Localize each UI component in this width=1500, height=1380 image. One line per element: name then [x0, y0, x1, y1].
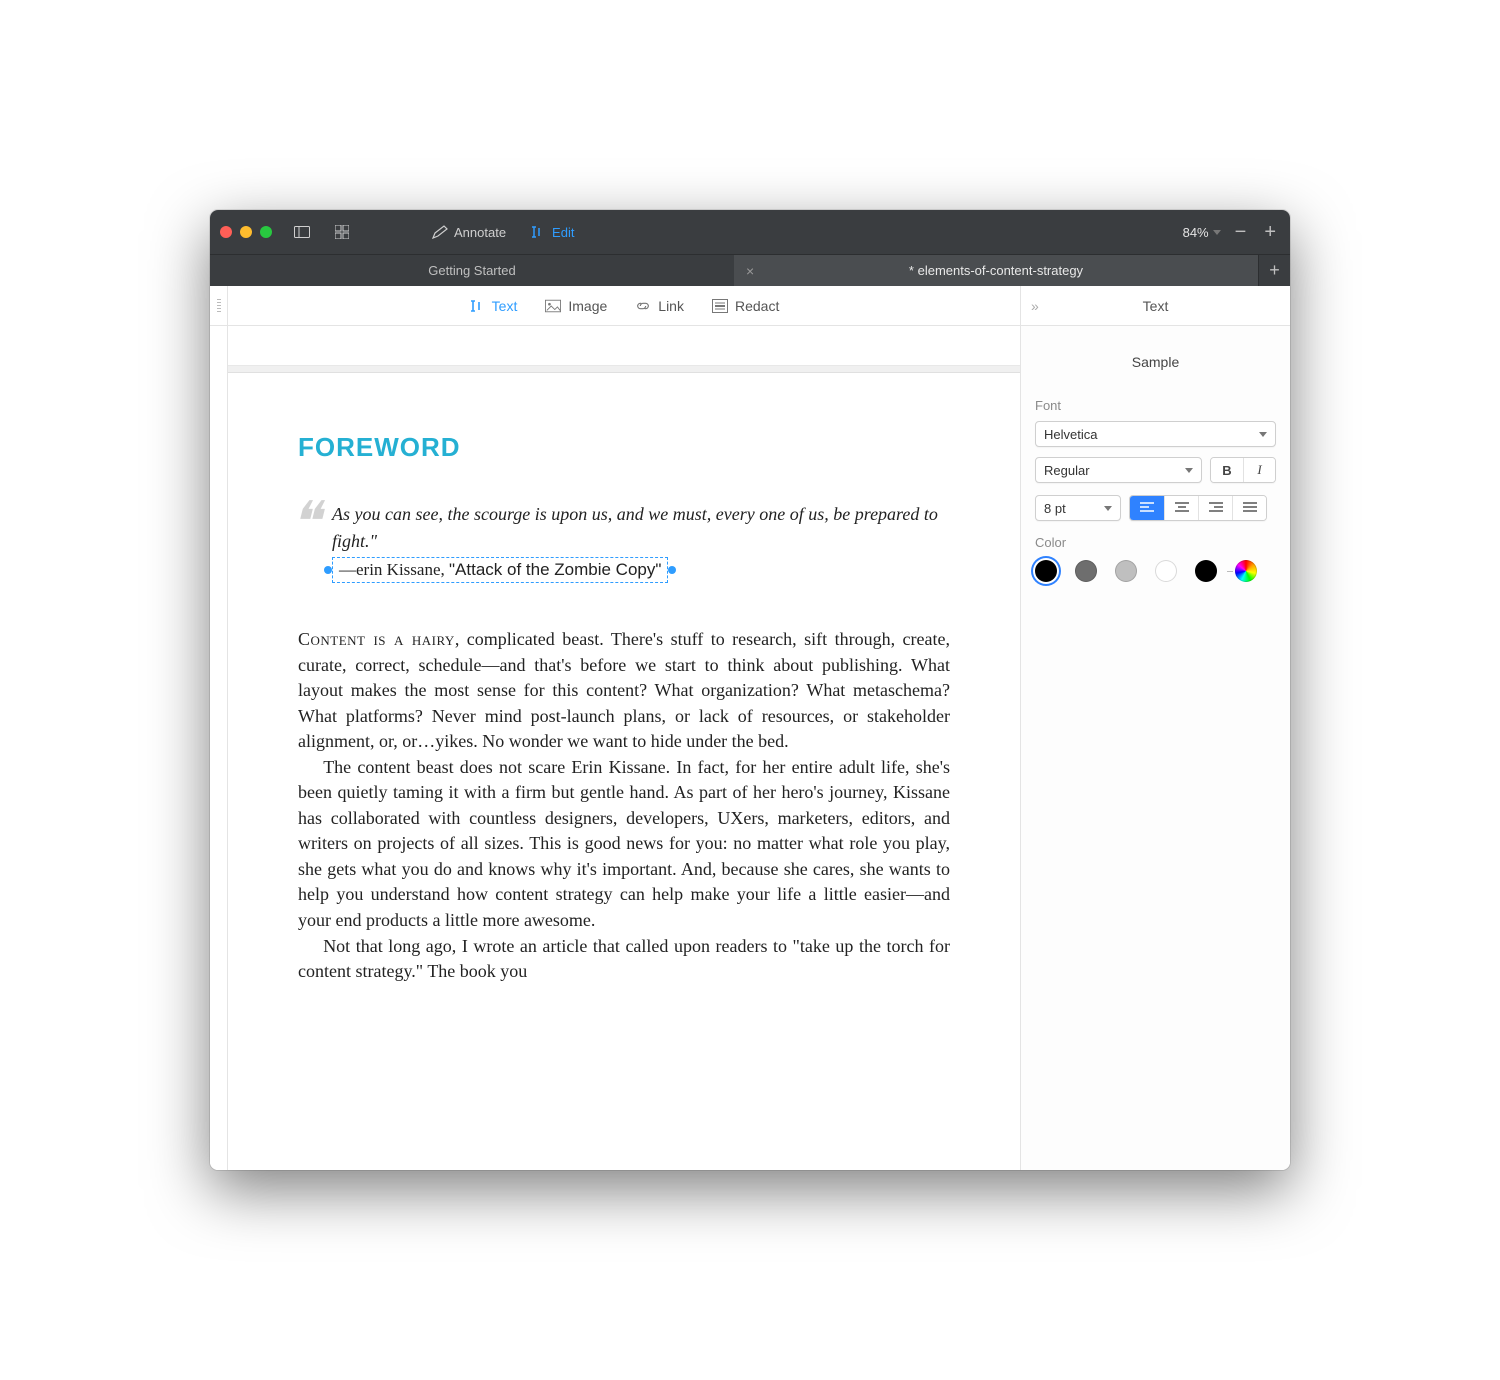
para1-lead: Content is a hairy — [298, 629, 455, 649]
titlebar: Annotate Edit 84% − + — [210, 210, 1290, 254]
font-family-select[interactable]: Helvetica — [1035, 421, 1276, 447]
sample-preview: Sample — [1035, 354, 1276, 370]
selected-text-box[interactable]: —erin Kissane, "Attack of the Zombie Cop… — [332, 557, 668, 583]
font-style-value: Regular — [1044, 463, 1090, 478]
epigraph-quote: As you can see, the scourge is upon us, … — [332, 501, 950, 555]
chevron-down-icon — [1213, 230, 1221, 235]
italic-button[interactable]: I — [1243, 458, 1275, 482]
font-size-select[interactable]: 8 pt — [1035, 495, 1121, 521]
color-swatches — [1035, 560, 1276, 582]
para3: Not that long ago, I wrote an article th… — [298, 934, 950, 985]
tab-label: * elements-of-content-strategy — [909, 263, 1083, 278]
redact-icon — [712, 298, 728, 314]
app-window: Annotate Edit 84% − + Getting Started × … — [210, 210, 1290, 1170]
link-tool-button[interactable]: Link — [635, 298, 684, 314]
quote-mark-icon: ❝ — [290, 495, 320, 551]
document-page: FOREWORD ❝ As you can see, the scourge i… — [228, 372, 1020, 1170]
font-weight-segment: B I — [1210, 457, 1276, 483]
thumbnail-strip-toggle[interactable] — [210, 286, 228, 325]
drag-handle-icon — [217, 299, 221, 313]
link-tool-label: Link — [658, 298, 684, 314]
align-right-icon — [1209, 502, 1223, 514]
annotate-label: Annotate — [454, 225, 506, 240]
zoom-out-button[interactable]: − — [1231, 222, 1251, 242]
grid-icon — [334, 224, 350, 240]
edit-mode-button[interactable]: Edit — [522, 220, 582, 244]
text-tool-label: Text — [492, 298, 518, 314]
page-gap — [228, 326, 1020, 366]
zoom-in-button[interactable]: + — [1260, 222, 1280, 242]
color-swatch-black[interactable] — [1035, 560, 1057, 582]
maximize-window-button[interactable] — [260, 226, 272, 238]
epigraph: ❝ As you can see, the scourge is upon us… — [298, 501, 950, 583]
attribution-name: —erin Kissane, — [339, 560, 449, 579]
redact-tool-button[interactable]: Redact — [712, 298, 779, 314]
close-tab-button[interactable]: × — [746, 263, 754, 279]
document-viewport[interactable]: FOREWORD ❝ As you can see, the scourge i… — [210, 326, 1020, 1170]
redact-tool-label: Redact — [735, 298, 779, 314]
color-swatch-lightgray[interactable] — [1115, 560, 1137, 582]
tab-bar: Getting Started × * elements-of-content-… — [210, 254, 1290, 286]
main-area: FOREWORD ❝ As you can see, the scourge i… — [210, 326, 1290, 1170]
zoom-value: 84% — [1183, 225, 1209, 240]
font-family-value: Helvetica — [1044, 427, 1097, 442]
grid-view-button[interactable] — [326, 220, 358, 244]
text-tool-button[interactable]: Text — [469, 298, 518, 314]
close-window-button[interactable] — [220, 226, 232, 238]
image-icon — [545, 298, 561, 314]
tab-label: Getting Started — [428, 263, 515, 278]
sidebar-toggle-button[interactable] — [286, 220, 318, 244]
image-tool-label: Image — [568, 298, 607, 314]
thumbnail-strip[interactable] — [210, 326, 228, 1170]
align-justify-icon — [1243, 502, 1257, 514]
collapse-panel-button[interactable]: » — [1031, 298, 1039, 314]
edit-label: Edit — [552, 225, 574, 240]
document-body: Content is a hairy, complicated beast. T… — [298, 627, 950, 985]
font-size-value: 8 pt — [1044, 501, 1066, 516]
inspector-title: Text — [1143, 298, 1169, 314]
tab-elements-of-content-strategy[interactable]: × * elements-of-content-strategy — [734, 255, 1258, 286]
minimize-window-button[interactable] — [240, 226, 252, 238]
new-tab-button[interactable]: + — [1258, 255, 1290, 286]
link-icon — [635, 298, 651, 314]
align-center-button[interactable] — [1164, 496, 1198, 520]
zoom-dropdown[interactable]: 84% — [1183, 225, 1221, 240]
color-picker-button[interactable] — [1235, 560, 1257, 582]
font-section-label: Font — [1035, 398, 1276, 413]
inspector-header: » Text — [1020, 286, 1290, 325]
image-tool-button[interactable]: Image — [545, 298, 607, 314]
color-swatch-white[interactable] — [1155, 560, 1177, 582]
window-controls — [220, 226, 272, 238]
chevron-down-icon — [1259, 432, 1267, 437]
align-justify-button[interactable] — [1232, 496, 1266, 520]
font-style-select[interactable]: Regular — [1035, 457, 1202, 483]
alignment-segment — [1129, 495, 1267, 521]
color-swatch-darkgray[interactable] — [1075, 560, 1097, 582]
doc-heading: FOREWORD — [298, 432, 950, 463]
para2: The content beast does not scare Erin Ki… — [298, 755, 950, 934]
chevron-down-icon — [1185, 468, 1193, 473]
align-right-button[interactable] — [1198, 496, 1232, 520]
align-left-icon — [1140, 502, 1154, 514]
sidebar-icon — [294, 224, 310, 240]
tab-getting-started[interactable]: Getting Started — [210, 255, 734, 286]
align-left-button[interactable] — [1130, 496, 1164, 520]
color-section-label: Color — [1035, 535, 1276, 550]
chevron-down-icon — [1104, 506, 1112, 511]
text-tool-icon — [469, 298, 485, 314]
align-center-icon — [1175, 502, 1189, 514]
bold-button[interactable]: B — [1211, 458, 1243, 482]
attribution-title: "Attack of the Zombie Copy" — [449, 560, 661, 579]
annotate-mode-button[interactable]: Annotate — [424, 220, 514, 244]
pencil-icon — [432, 224, 448, 240]
edit-toolbar: Text Image Link Redact » — [210, 286, 1290, 326]
color-swatch-black-2[interactable] — [1195, 560, 1217, 582]
inspector-panel: Sample Font Helvetica Regular B I 8 pt — [1020, 326, 1290, 1170]
text-cursor-icon — [530, 224, 546, 240]
